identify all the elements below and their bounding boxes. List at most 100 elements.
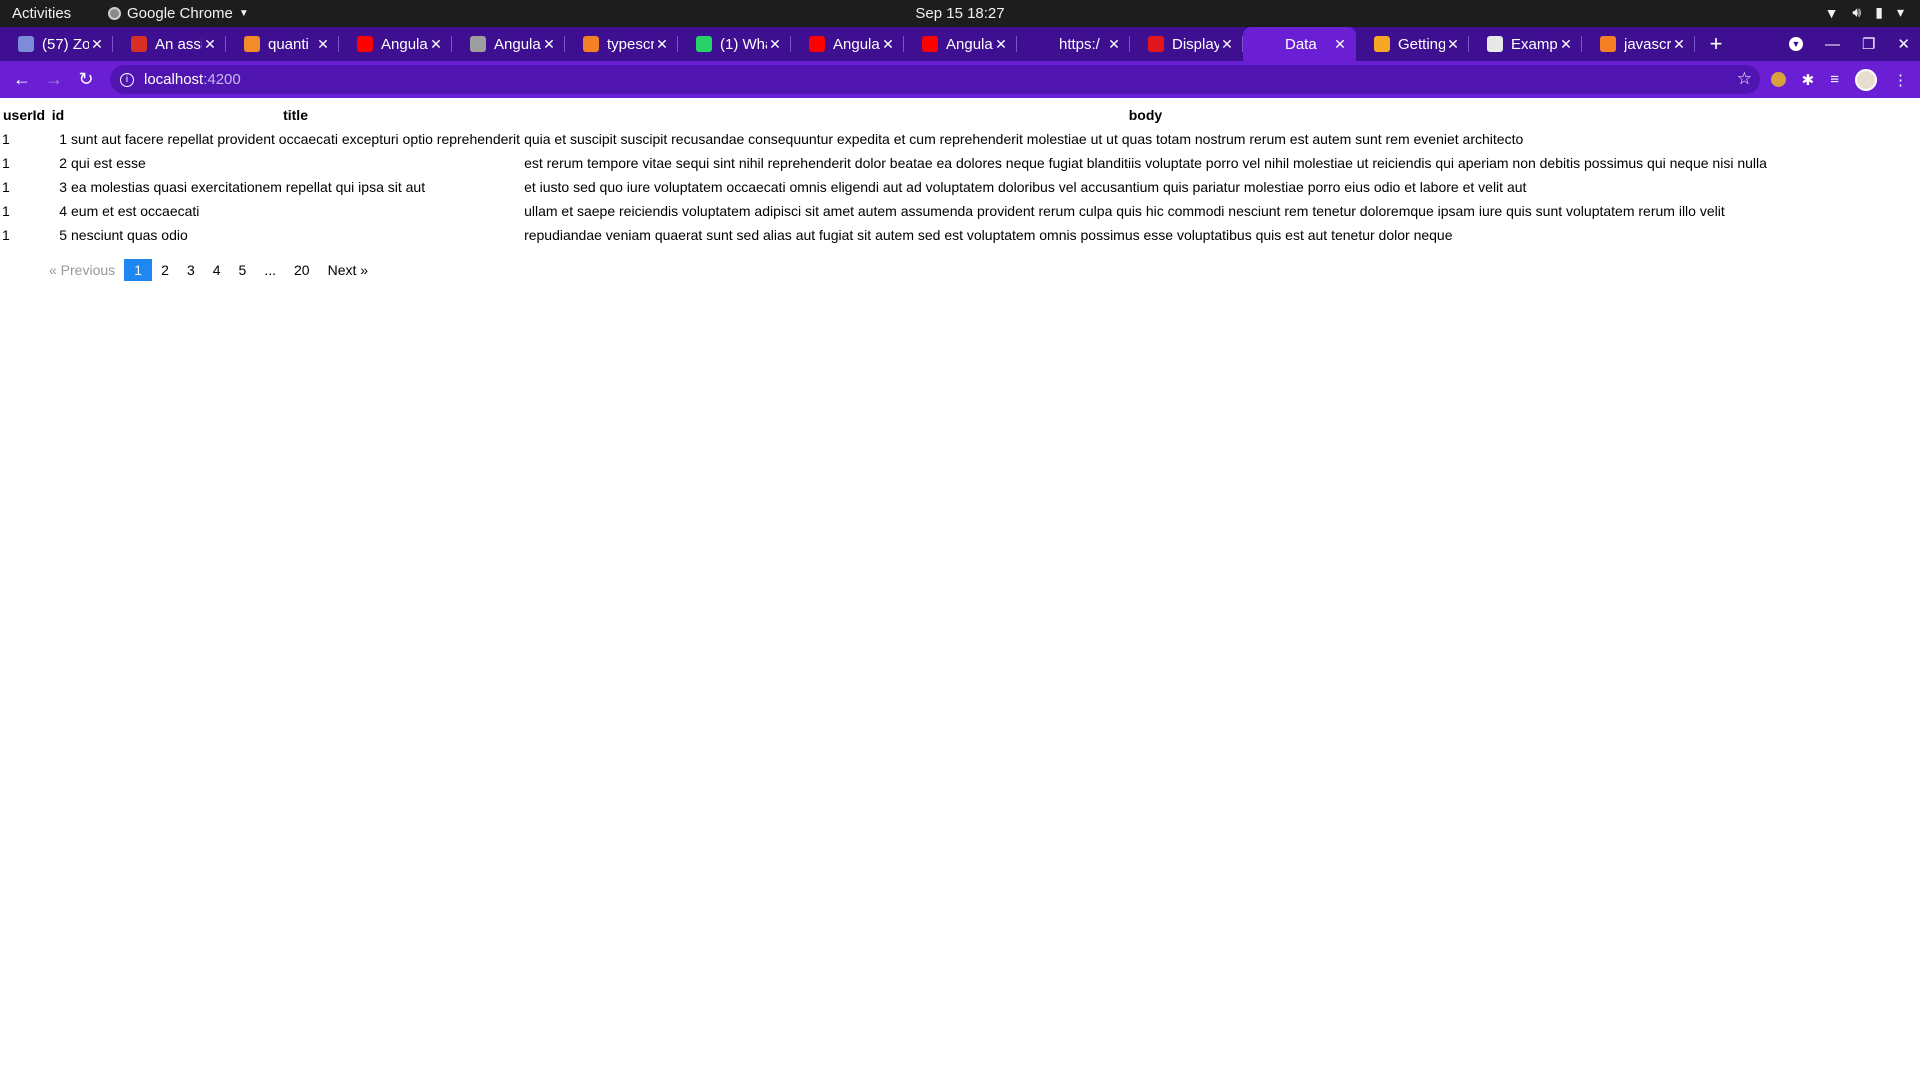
url-port: :4200 (203, 71, 241, 88)
column-header-title: title (283, 107, 308, 123)
table-row: 1 1 sunt aut facere repellat provident occ… (0, 127, 1769, 151)
profile-avatar[interactable] (1855, 68, 1877, 91)
extension-icons: ✱ ≡ ⋮ (1770, 61, 1908, 98)
pagination-page[interactable]: 2 (152, 259, 178, 281)
tab-label: Examp (1511, 35, 1558, 53)
browser-tab[interactable]: (57) Zo ✕ (0, 27, 113, 61)
info-icon[interactable]: i (120, 72, 134, 87)
browser-tab[interactable]: Angula ✕ (791, 27, 904, 61)
tab-close-icon[interactable]: ✕ (767, 36, 783, 53)
close-window-icon[interactable]: ✕ (1897, 35, 1910, 53)
tab-close-icon[interactable]: ✕ (1445, 36, 1461, 53)
tab-label: Angula (381, 35, 428, 53)
browser-tab[interactable]: javascr ✕ (1582, 27, 1695, 61)
tab-favicon-icon (470, 36, 486, 52)
cell-id: 1 (59, 131, 68, 147)
tab-label: javascr (1624, 35, 1671, 53)
cookie-extension-icon[interactable] (1770, 72, 1786, 87)
tab-strip: (57) Zo ✕ An assi ✕ quanti ✕ Angula ✕ Angula ✕ typ… (0, 27, 1920, 61)
new-tab-button[interactable]: + (1699, 31, 1733, 57)
tab-close-icon[interactable]: ✕ (1558, 36, 1574, 53)
app-name: Google Chrome (127, 5, 233, 22)
tab-close-icon[interactable]: ✕ (541, 36, 557, 53)
cell-userid: 1 (2, 155, 10, 171)
tab-close-icon[interactable]: ✕ (202, 36, 218, 53)
volume-icon: 🔊︎ (1852, 4, 1862, 20)
cell-body: est rerum tempore vitae sequi sint nihil… (524, 155, 1767, 171)
tab-close-icon[interactable]: ✕ (428, 36, 444, 53)
browser-tab[interactable]: Data ✕ (1243, 27, 1356, 61)
minimize-icon[interactable]: — (1825, 36, 1840, 53)
kebab-menu-icon[interactable]: ⋮ (1893, 71, 1908, 89)
address-bar[interactable]: i localhost:4200 ☆ (110, 65, 1760, 94)
browser-tab[interactable]: Angula ✕ (452, 27, 565, 61)
reload-icon[interactable]: ↻ (70, 69, 102, 90)
table-row: 1 3 ea molestias quasi exercitationem repe… (0, 175, 1769, 199)
media-queue-icon[interactable]: ≡ (1830, 71, 1839, 88)
window-controls: ▼ — ❐ ✕ (1788, 27, 1910, 61)
tab-search-icon[interactable]: ▼ (1788, 37, 1803, 51)
tab-close-icon[interactable]: ✕ (654, 36, 670, 53)
tab-close-icon[interactable]: ✕ (89, 36, 105, 53)
pagination-page[interactable]: 4 (204, 259, 230, 281)
tab-label: quanti (268, 35, 309, 53)
clock[interactable]: Sep 15 18:27 (915, 5, 1004, 22)
browser-tab[interactable]: typescr ✕ (565, 27, 678, 61)
pagination-page[interactable]: 1 (124, 259, 153, 281)
tab-favicon-icon (1374, 36, 1390, 52)
tab-favicon-icon (1487, 36, 1503, 52)
tab-close-icon[interactable]: ✕ (1106, 36, 1122, 53)
browser-tab[interactable]: Getting ✕ (1356, 27, 1469, 61)
cell-title: qui est esse (71, 155, 146, 171)
tab-favicon-icon (809, 36, 825, 52)
browser-tab[interactable]: (1) Wha✕ (678, 27, 791, 61)
system-top-bar: Activities Google Chrome ▼ Sep 15 18:27 … (0, 0, 1920, 27)
pagination-page[interactable]: 5 (230, 259, 256, 281)
browser-tab[interactable]: Angula ✕ (339, 27, 452, 61)
caret-down-icon: ▼ (238, 8, 249, 19)
forward-arrow-icon[interactable]: → (38, 69, 70, 90)
tab-label: Getting (1398, 35, 1445, 53)
browser-tab[interactable]: Examp ✕ (1469, 27, 1582, 61)
tab-close-icon[interactable]: ✕ (315, 36, 331, 53)
tab-favicon-icon (1600, 36, 1616, 52)
page-content: userId id title body 1 1 sunt aut facere r… (0, 98, 1920, 1080)
pagination-next[interactable]: Next » (319, 259, 377, 281)
browser-tab[interactable]: Angula ✕ (904, 27, 1017, 61)
pagination-page[interactable]: 3 (178, 259, 204, 281)
tab-label: typescr (607, 35, 654, 53)
activities-button[interactable]: Activities (12, 5, 71, 22)
cell-userid: 1 (2, 203, 10, 219)
tab-close-icon[interactable]: ✕ (1332, 36, 1348, 53)
cell-body: repudiandae veniam quaerat sunt sed alia… (524, 227, 1453, 243)
browser-tab[interactable]: Display ✕ (1130, 27, 1243, 61)
system-tray[interactable]: ▼ 🔊︎ ▮ ▾ (1825, 4, 1904, 21)
browser-tab[interactable]: https:/ ✕ (1017, 27, 1130, 61)
cell-id: 5 (59, 227, 68, 243)
tab-close-icon[interactable]: ✕ (1219, 36, 1235, 53)
browser-tab[interactable]: An assi ✕ (113, 27, 226, 61)
puzzle-extensions-icon[interactable]: ✱ (1802, 71, 1815, 89)
tab-favicon-icon (357, 36, 373, 52)
pagination-ellipsis: ... (264, 262, 277, 278)
cell-body: ullam et saepe reiciendis voluptatem adi… (524, 203, 1725, 219)
browser-tab[interactable]: quanti ✕ (226, 27, 339, 61)
back-arrow-icon[interactable]: ← (6, 69, 38, 90)
tab-close-icon[interactable]: ✕ (880, 36, 896, 53)
pagination-page[interactable]: 20 (285, 259, 319, 281)
cell-title: nesciunt quas odio (71, 227, 188, 243)
app-menu[interactable]: Google Chrome ▼ (108, 5, 249, 22)
bookmark-star-icon[interactable]: ☆ (1737, 69, 1752, 89)
tab-label: Display (1172, 35, 1219, 53)
tab-favicon-icon (583, 36, 599, 52)
column-header-id: id (51, 107, 65, 123)
tray-menu-chevron-icon: ▾ (1896, 4, 1904, 20)
tab-close-icon[interactable]: ✕ (993, 36, 1009, 53)
cell-userid: 1 (2, 227, 10, 243)
tab-favicon-icon (244, 36, 260, 52)
browser-toolbar: ← → ↻ i localhost:4200 ☆ ✱ ≡ ⋮ (0, 61, 1920, 98)
restore-icon[interactable]: ❐ (1862, 35, 1875, 53)
pagination-previous[interactable]: « Previous (40, 259, 124, 281)
tab-close-icon[interactable]: ✕ (1671, 36, 1687, 53)
cell-title: ea molestias quasi exercitationem repell… (71, 179, 426, 195)
